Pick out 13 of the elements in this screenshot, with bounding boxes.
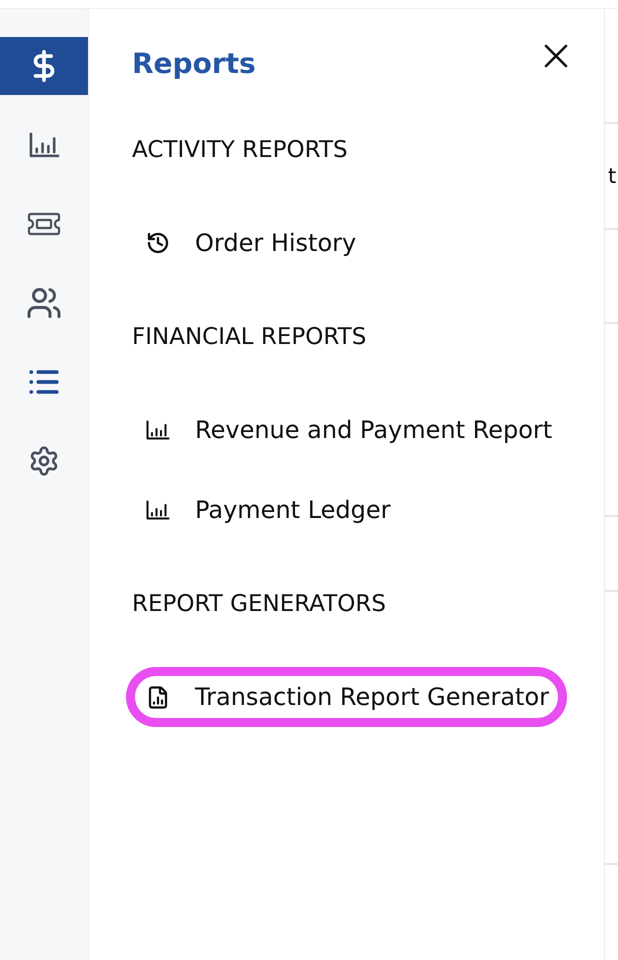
section-heading: REPORT GENERATORS bbox=[132, 590, 386, 618]
bar-chart-icon bbox=[146, 420, 170, 440]
sidebar-nav-button[interactable] bbox=[0, 37, 88, 95]
close-button[interactable] bbox=[544, 44, 568, 68]
bar-chart-icon bbox=[146, 500, 170, 520]
report-link[interactable]: Transaction Report Generator bbox=[126, 667, 567, 727]
background-text: t bbox=[607, 163, 616, 189]
history-icon bbox=[146, 230, 170, 256]
section-heading: FINANCIAL REPORTS bbox=[132, 323, 366, 351]
file-chart-icon bbox=[146, 684, 170, 710]
close-icon bbox=[544, 44, 568, 68]
panel-title: Reports bbox=[132, 46, 256, 82]
section-heading: ACTIVITY REPORTS bbox=[132, 136, 348, 164]
